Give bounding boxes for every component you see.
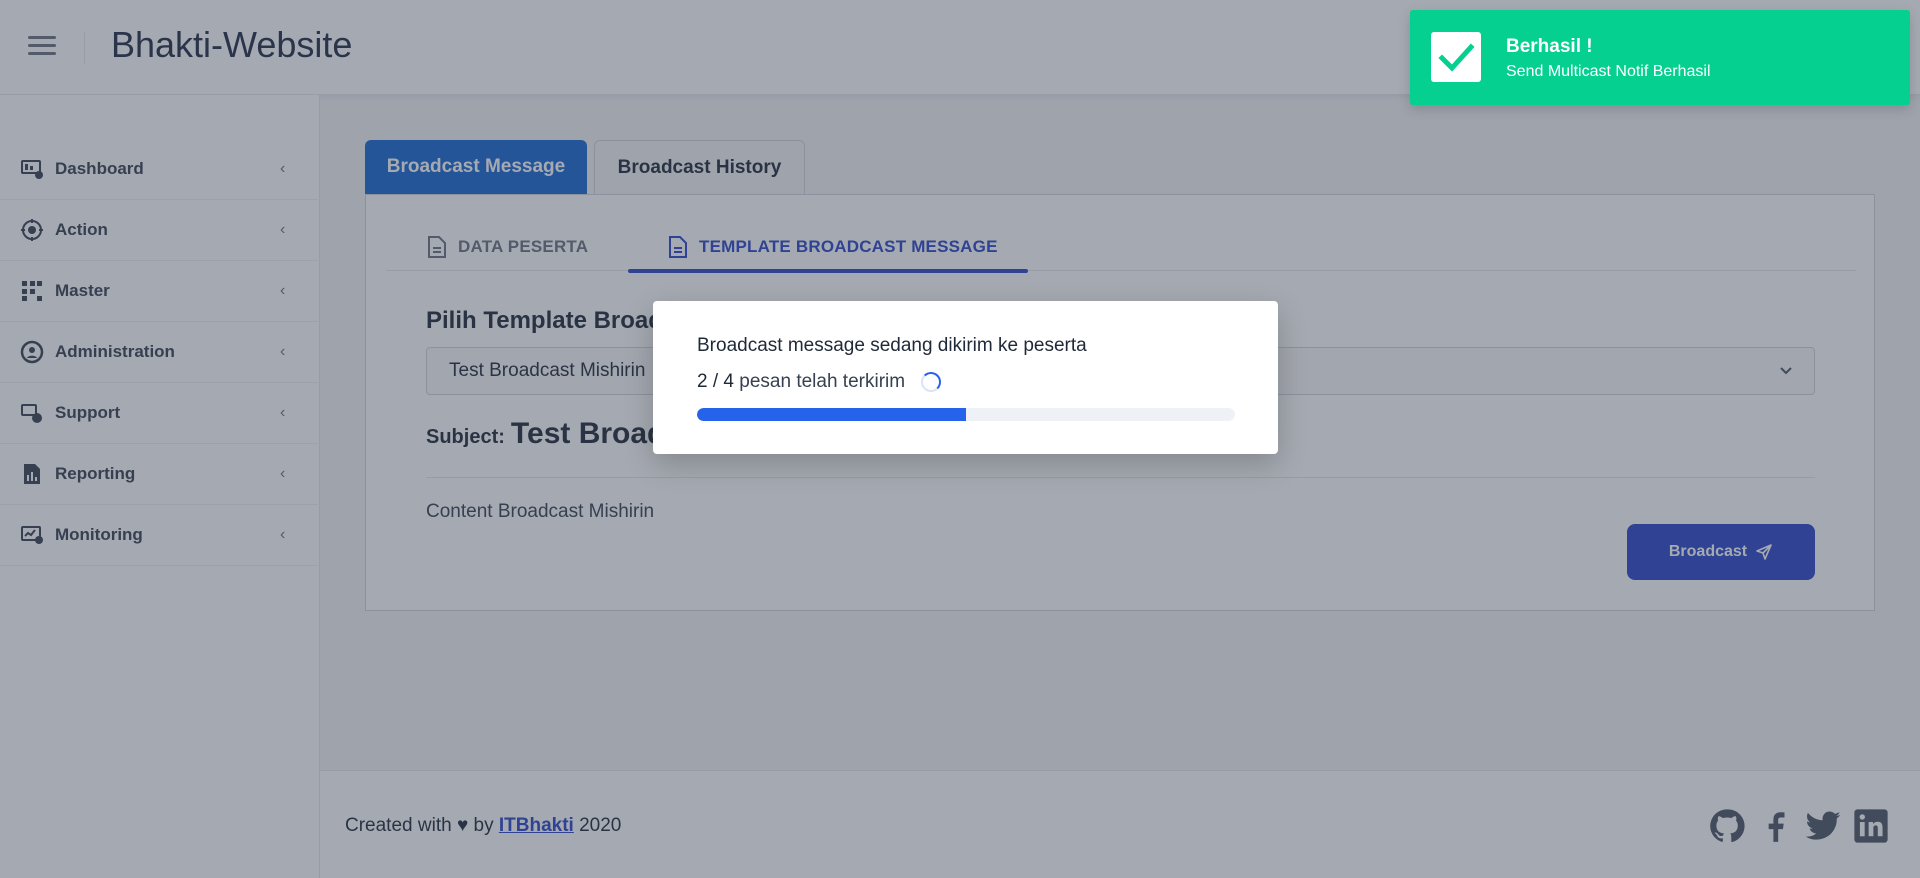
modal-title: Broadcast message sedang dikirim ke pese… (697, 335, 1087, 356)
count-separator: / (712, 371, 719, 392)
progress-bar-fill (697, 408, 966, 421)
progress-status: 2 / 4 pesan telah terkirim (697, 371, 942, 393)
broadcast-progress-modal: Broadcast message sedang dikirim ke pese… (653, 301, 1278, 454)
check-icon (1431, 32, 1481, 82)
progress-text: pesan telah terkirim (739, 371, 906, 392)
loading-spinner-icon (921, 372, 942, 392)
toast-message: Send Multicast Notif Berhasil (1506, 63, 1711, 80)
toast-title: Berhasil ! (1506, 36, 1593, 57)
progress-bar (697, 408, 1235, 421)
total-count: 4 (723, 371, 734, 392)
sent-count: 2 (697, 371, 708, 392)
success-toast[interactable]: Berhasil ! Send Multicast Notif Berhasil (1410, 10, 1910, 105)
